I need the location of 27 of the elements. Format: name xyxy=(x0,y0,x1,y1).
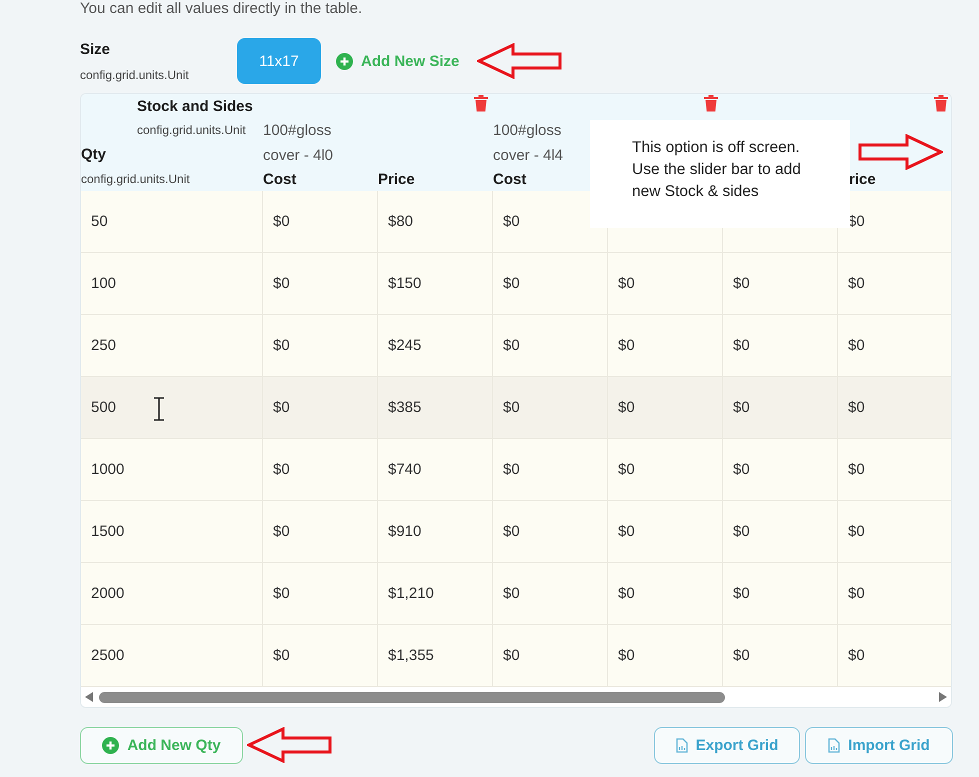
annotation-tooltip: This option is off screen. Use the slider bar to add new Stock & sides xyxy=(590,120,850,228)
qty-header: Qty xyxy=(81,146,108,163)
stock-name: cover - 4l4 xyxy=(493,146,564,166)
scrollbar-thumb[interactable] xyxy=(99,692,725,702)
trash-icon[interactable] xyxy=(933,94,949,112)
add-icon xyxy=(102,737,120,754)
scroll-right-icon[interactable] xyxy=(939,692,947,702)
text-cursor-icon xyxy=(153,397,165,421)
add-icon xyxy=(336,52,353,70)
column-header: Price xyxy=(378,170,415,188)
stock-name: cover - 4l0 xyxy=(263,146,334,166)
column-header: Cost xyxy=(493,170,526,188)
stock-header: Stock and Sides xyxy=(136,98,253,114)
trash-icon[interactable] xyxy=(473,94,489,112)
file-icon xyxy=(828,738,840,753)
stock-name: 100#gloss xyxy=(493,121,562,141)
instruction-text: You can edit all values directly in the table. xyxy=(80,0,364,17)
size-label: Size xyxy=(80,40,112,58)
size-sublabel: config.grid.units.Unit xyxy=(80,68,190,82)
stock-name: 100#gloss xyxy=(263,121,332,141)
qty-sublabel: config.grid.units.Unit xyxy=(81,172,191,186)
file-icon xyxy=(676,738,688,753)
scroll-left-icon[interactable] xyxy=(85,692,93,702)
column-header: Cost xyxy=(263,170,296,188)
column-header: rice xyxy=(848,170,876,188)
trash-icon[interactable] xyxy=(703,94,719,112)
stock-sublabel: config.grid.units.Unit xyxy=(136,123,247,137)
